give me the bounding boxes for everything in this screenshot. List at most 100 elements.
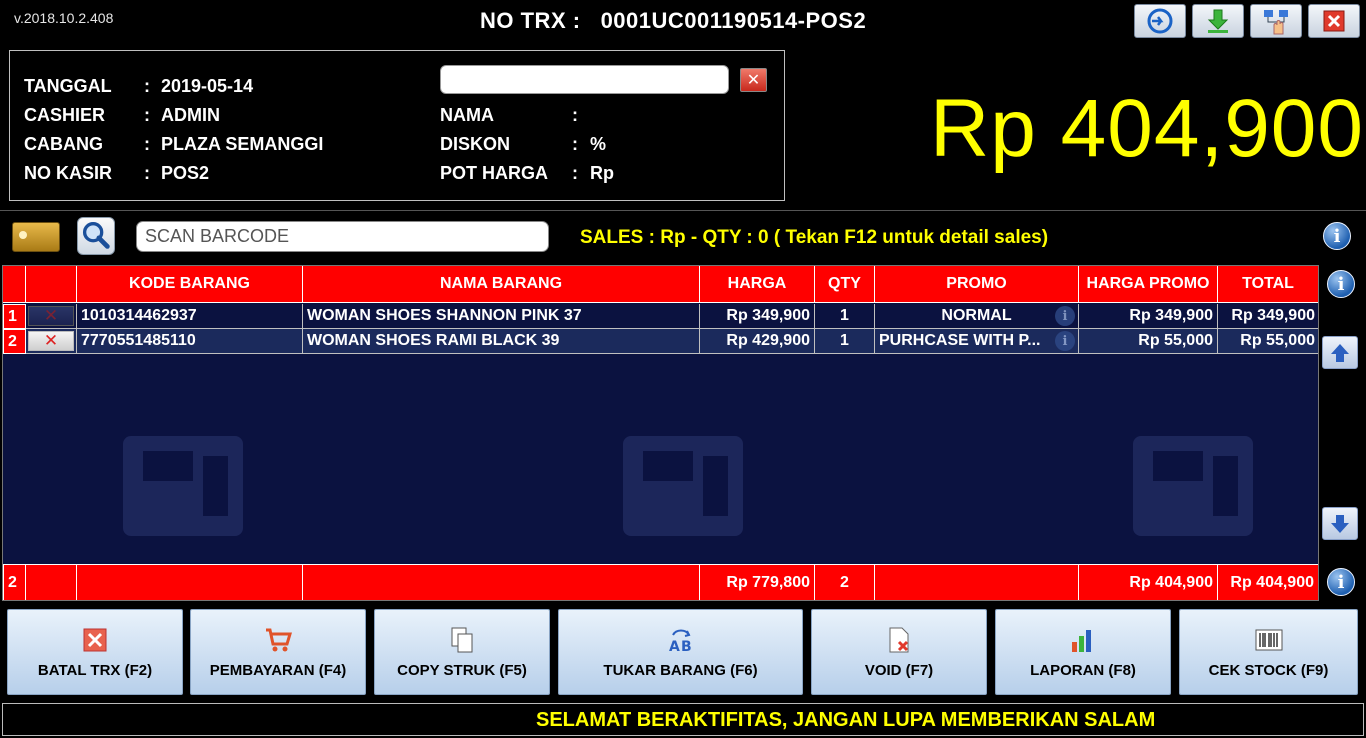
exchange-icon: AB xyxy=(669,629,692,654)
tanggal-label: TANGGAL xyxy=(24,76,112,96)
qty-cell[interactable]: 1 xyxy=(815,329,875,354)
grand-total: Rp 404,900 xyxy=(930,83,1365,174)
info-icon[interactable]: i xyxy=(1323,222,1351,250)
footer-total: Rp 404,900 xyxy=(1218,564,1318,600)
grid-info-icon[interactable]: i xyxy=(1327,270,1355,298)
cart-icon xyxy=(266,628,292,652)
search-button[interactable] xyxy=(77,217,115,255)
table-row[interactable]: 2 ✕ 7770551485110 WOMAN SHOES RAMI BLACK… xyxy=(3,329,1318,354)
col-header-kode[interactable]: KODE BARANG xyxy=(77,266,303,303)
footer-count: 2 xyxy=(3,564,26,600)
search-icon xyxy=(82,222,110,249)
footer-cell xyxy=(26,564,77,600)
scroll-up-button[interactable] xyxy=(1322,336,1358,369)
card-button[interactable] xyxy=(12,222,60,252)
message-bar: SELAMAT BERAKTIFITAS, JANGAN LUPA MEMBER… xyxy=(2,703,1364,736)
diskon-label: DISKON xyxy=(440,134,511,154)
footer-cell xyxy=(77,564,303,600)
promo-value: PURHCASE WITH P... xyxy=(879,332,1041,349)
footer-harga-promo: Rp 404,900 xyxy=(1079,564,1218,600)
transaction-number: NO TRX : 0001UC001190514-POS2 xyxy=(480,8,866,34)
cashier-value: ADMIN xyxy=(161,105,220,125)
col-header-promo[interactable]: PROMO xyxy=(875,266,1079,303)
pot-harga-value: Rp xyxy=(590,163,614,183)
delete-cell: ✕ xyxy=(26,304,77,329)
copy-icon xyxy=(451,627,473,653)
delete-x-icon: ✕ xyxy=(43,331,59,350)
svg-text:A: A xyxy=(669,639,680,654)
trx-value: 0001UC001190514-POS2 xyxy=(600,8,867,33)
marquee-text: SELAMAT BERAKTIFITAS, JANGAN LUPA MEMBER… xyxy=(536,709,1156,731)
harga-cell: Rp 429,900 xyxy=(700,329,815,354)
background-pos-icon xyxy=(1133,436,1253,536)
promo-info-icon[interactable]: i xyxy=(1055,306,1075,326)
scroll-down-button[interactable] xyxy=(1322,507,1358,540)
cabang-label: CABANG xyxy=(24,134,103,154)
network-hand-icon xyxy=(1264,10,1288,35)
version-label: v.2018.10.2.408 xyxy=(14,10,114,26)
divider xyxy=(0,210,1366,211)
download-icon xyxy=(1207,9,1229,33)
harga-cell: Rp 349,900 xyxy=(700,304,815,329)
tukar-barang-button[interactable]: AB TUKAR BARANG (F6) xyxy=(558,609,803,695)
kasir-value: POS2 xyxy=(161,163,210,183)
pot-harga-label: POT HARGA xyxy=(440,163,548,183)
col-header-qty[interactable]: QTY xyxy=(815,266,875,303)
copy-struk-button[interactable]: COPY STRUK (F5) xyxy=(374,609,550,695)
close-icon xyxy=(1323,10,1345,32)
total-cell: Rp 55,000 xyxy=(1218,329,1318,354)
cek-stock-button[interactable]: CEK STOCK (F9) xyxy=(1179,609,1358,695)
col-header-total[interactable]: TOTAL xyxy=(1218,266,1318,303)
footer-cell xyxy=(875,564,1079,600)
delete-row-button[interactable]: ✕ xyxy=(28,306,74,326)
pembayaran-button[interactable]: PEMBAYARAN (F4) xyxy=(190,609,366,695)
batal-trx-button[interactable]: BATAL TRX (F2) xyxy=(7,609,183,695)
refresh-button[interactable] xyxy=(1134,4,1186,38)
tanggal-value: 2019-05-14 xyxy=(161,76,254,96)
member-clear-button[interactable]: ✕ xyxy=(740,68,767,92)
background-pos-icon xyxy=(623,436,743,536)
row-number: 2 xyxy=(3,329,26,354)
footer-harga: Rp 779,800 xyxy=(700,564,815,600)
footer-info-icon[interactable]: i xyxy=(1327,568,1355,596)
laporan-button[interactable]: LAPORAN (F8) xyxy=(995,609,1171,695)
col-header-harga-promo[interactable]: HARGA PROMO xyxy=(1079,266,1218,303)
harga-promo-cell: Rp 349,900 xyxy=(1079,304,1218,329)
promo-cell: PURHCASE WITH P... i xyxy=(875,329,1079,354)
close-button[interactable] xyxy=(1308,4,1360,38)
promo-value: NORMAL xyxy=(941,307,1012,324)
arrow-down-icon xyxy=(1331,514,1349,533)
trx-label: NO TRX : xyxy=(480,8,581,33)
delete-row-button[interactable]: ✕ xyxy=(28,331,74,351)
scan-barcode-input[interactable] xyxy=(136,221,549,252)
total-cell: Rp 349,900 xyxy=(1218,304,1318,329)
arrow-up-icon xyxy=(1331,343,1349,362)
table-row[interactable]: 1 ✕ 1010314462937 WOMAN SHOES SHANNON PI… xyxy=(3,304,1318,329)
promo-info-icon[interactable]: i xyxy=(1055,331,1075,351)
button-label: TUKAR BARANG (F6) xyxy=(603,662,758,679)
footer-cell xyxy=(303,564,700,600)
harga-promo-cell: Rp 55,000 xyxy=(1079,329,1218,354)
button-label: PEMBAYARAN (F4) xyxy=(209,662,347,679)
network-button[interactable] xyxy=(1250,4,1302,38)
void-button[interactable]: VOID (F7) xyxy=(811,609,987,695)
row-number: 1 xyxy=(3,304,26,329)
kode-cell: 7770551485110 xyxy=(77,329,303,354)
qty-cell[interactable]: 1 xyxy=(815,304,875,329)
promo-cell: NORMAL i xyxy=(875,304,1079,329)
download-button[interactable] xyxy=(1192,4,1244,38)
cancel-icon xyxy=(83,628,107,652)
svg-text:B: B xyxy=(681,639,692,654)
nama-cell: WOMAN SHOES RAMI BLACK 39 xyxy=(303,329,700,354)
member-input[interactable] xyxy=(440,65,729,94)
kode-cell: 1010314462937 xyxy=(77,304,303,329)
col-header-rownum xyxy=(3,266,26,303)
col-header-harga[interactable]: HARGA xyxy=(700,266,815,303)
refresh-icon xyxy=(1147,8,1173,34)
nama-cell: WOMAN SHOES SHANNON PINK 37 xyxy=(303,304,700,329)
delete-x-icon: ✕ xyxy=(43,306,59,325)
col-header-delete xyxy=(26,266,77,303)
col-header-nama[interactable]: NAMA BARANG xyxy=(303,266,700,303)
clear-x-icon: ✕ xyxy=(746,72,761,89)
transaction-info-panel: TANGGAL:2019-05-14 CASHIER: ADMIN CABANG:… xyxy=(9,50,785,201)
